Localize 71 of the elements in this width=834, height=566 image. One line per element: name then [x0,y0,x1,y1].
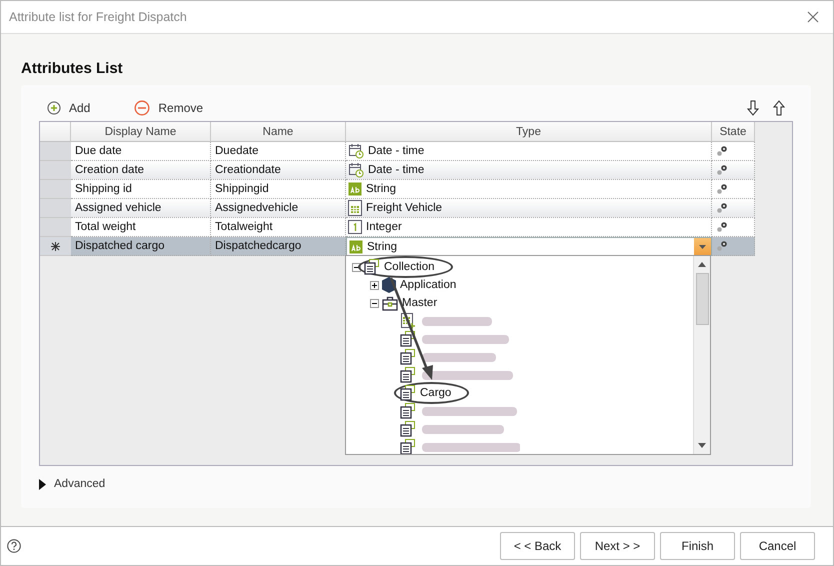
form-icon [400,421,416,437]
down-arrow-icon [747,100,759,116]
table-cell: Creationdate [211,161,346,180]
scrollbar[interactable] [693,256,710,454]
column-header[interactable]: Display Name [71,122,211,142]
type-value: String [367,240,398,252]
caret-right-icon [39,478,46,490]
type-value: Integer [366,221,402,233]
type-value: Date - time [368,164,424,176]
form-icon [400,331,416,347]
minus-circle-icon [134,100,150,116]
form-icon [400,403,416,419]
column-header[interactable]: Name [211,122,346,142]
table-cell: Assignedvehicle [211,199,346,218]
scroll-down-icon[interactable] [698,443,706,448]
table-cell: Due date [71,142,211,161]
table-cell: Duedate [211,142,346,161]
wizard-button[interactable]: < < Back [500,532,575,560]
scroll-up-icon[interactable] [698,262,706,267]
caret-icon [699,244,706,248]
table-cell: Shippingid [211,180,346,199]
calendar-clock-icon [348,162,364,178]
table-cell: Total weight [71,218,211,237]
table-cell: Dispatched cargo [71,237,211,256]
move-up-button[interactable] [773,100,785,116]
gears-icon [716,164,728,176]
collapse-icon[interactable] [370,298,379,308]
form-icon [400,367,416,383]
table-cell: Assigned vehicle [71,199,211,218]
close-icon[interactable] [807,11,819,23]
cube-icon [382,277,396,293]
table-cell: Creation date [71,161,211,180]
wizard-button[interactable]: Next > > [580,532,655,560]
gears-icon [716,183,728,195]
briefcase-icon [382,296,398,310]
new-row-icon [50,240,61,252]
gears-icon [716,240,728,252]
type-dropdown[interactable]: String [346,237,712,256]
window-title: Attribute list for Freight Dispatch [9,10,187,24]
scroll-thumb[interactable] [696,273,708,325]
wizard-button[interactable]: Finish [660,532,735,560]
table-cell: Dispatchedcargo [211,237,346,256]
table-cell: Shipping id [71,180,211,199]
wizard-button[interactable]: Cancel [740,532,815,560]
plus-circle-icon [47,101,61,115]
dropdown-button[interactable] [694,238,711,255]
add-button[interactable]: Add [47,101,90,115]
gears-icon [716,202,728,214]
type-value: Freight Vehicle [366,202,442,214]
up-arrow-icon [773,100,785,116]
gears-icon [716,145,728,157]
remove-button[interactable]: Remove [134,100,204,116]
type-value: Date - time [368,145,424,157]
move-down-button[interactable] [747,100,759,116]
expand-icon[interactable] [370,280,379,290]
table-cell: Totalweight [211,218,346,237]
column-header[interactable]: State [712,122,755,142]
form-icon [400,385,416,401]
form-icon [400,349,416,365]
form-icon [364,259,380,275]
advanced-toggle[interactable]: Advanced [39,466,106,490]
row-header[interactable] [40,237,71,256]
row-header-corner [40,122,71,142]
circled-tree-item[interactable]: Collection [358,256,452,278]
gears-icon [716,221,728,233]
circled-tree-item[interactable]: Cargo [394,382,470,404]
type-value: String [366,183,396,195]
collapse-icon[interactable] [352,262,361,272]
section-heading: Attributes List [21,60,123,77]
column-header[interactable]: Type [346,122,712,142]
help-icon[interactable] [7,539,21,553]
